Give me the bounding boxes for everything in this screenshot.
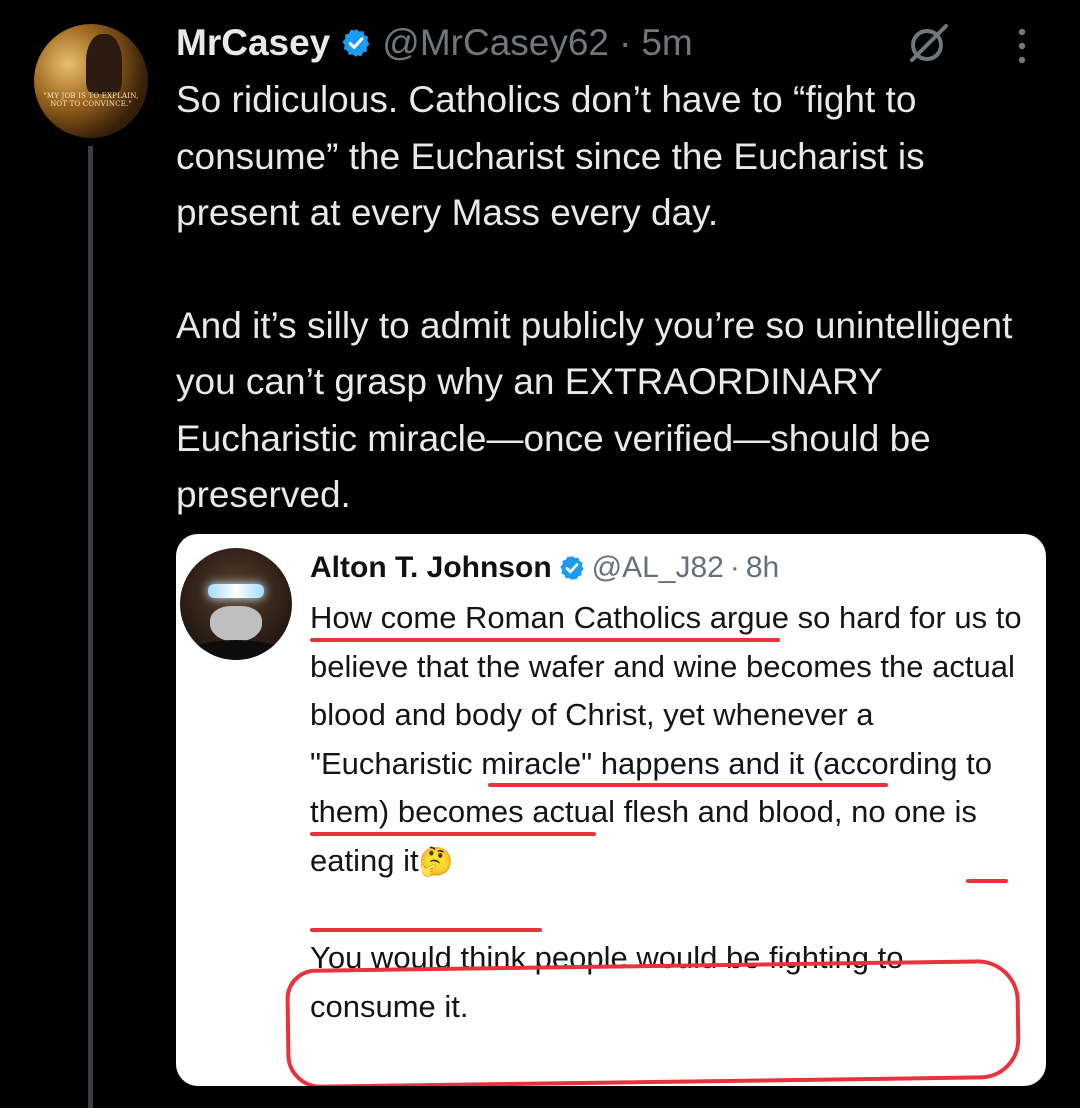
quoted-tweet-card[interactable]: Alton T. Johnson @AL_J82 · 8h How come R…: [176, 534, 1046, 1086]
thinking-face-emoji: 🤔: [418, 844, 454, 878]
avatar-suit: [186, 640, 286, 660]
avatar-beard: [210, 606, 262, 642]
red-underline-mark: [310, 638, 780, 642]
avatar-glasses: [208, 584, 264, 598]
tweet-text: So ridiculous. Catholics don’t have to “…: [176, 72, 1056, 524]
red-underline-mark: [310, 832, 596, 836]
grok-icon[interactable]: [906, 20, 952, 66]
avatar-figure: [86, 34, 122, 94]
red-underline-mark: [966, 879, 1008, 883]
red-underline-mark: [488, 783, 888, 787]
author-display-name[interactable]: MrCasey: [176, 22, 330, 64]
quoted-author-avatar[interactable]: [180, 548, 292, 660]
quoted-author-name[interactable]: Alton T. Johnson: [310, 551, 552, 585]
quoted-timestamp[interactable]: 8h: [746, 551, 779, 585]
verified-badge-icon: [342, 29, 370, 57]
quoted-tweet-header: Alton T. Johnson @AL_J82 · 8h: [310, 548, 779, 588]
avatar-quote-text: "MY JOB IS TO EXPLAIN, NOT TO CONVINCE.": [43, 92, 139, 108]
thread-line: [88, 146, 93, 1108]
tweet-paragraph-1: So ridiculous. Catholics don’t have to “…: [176, 79, 925, 233]
quoted-header-separator: ·: [729, 551, 740, 584]
more-options-icon[interactable]: [1012, 24, 1032, 68]
tweet-header: MrCasey @MrCasey62 · 5m: [176, 18, 693, 68]
header-separator: ·: [619, 22, 632, 63]
tweet-paragraph-2: And it’s silly to admit publicly you’re …: [176, 304, 1013, 516]
author-avatar[interactable]: "MY JOB IS TO EXPLAIN, NOT TO CONVINCE.": [34, 24, 148, 138]
red-circle-annotation: [285, 958, 1021, 1086]
author-handle[interactable]: @MrCasey62: [382, 22, 609, 64]
red-underline-mark: [310, 928, 542, 932]
quoted-author-handle[interactable]: @AL_J82: [592, 551, 724, 585]
verified-badge-icon: [559, 555, 584, 581]
post-timestamp[interactable]: 5m: [641, 22, 692, 64]
